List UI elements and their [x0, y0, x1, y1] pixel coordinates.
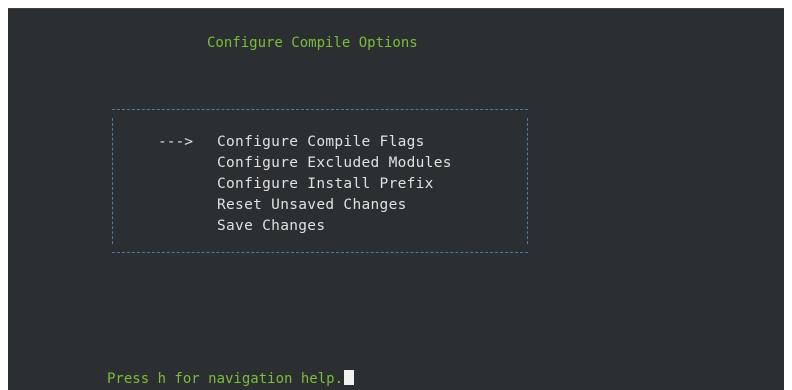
menu-item-configure-excluded-modules[interactable]: Configure Excluded Modules [158, 153, 451, 174]
screen-title: Configure Compile Options [207, 35, 418, 51]
terminal-top-edge [8, 8, 784, 9]
status-bar: Press h for navigation help. [107, 370, 355, 387]
menu-box-left-border [112, 118, 113, 244]
menu-item-save-changes[interactable]: Save Changes [158, 216, 325, 237]
menu-item-label: Configure Compile Flags [217, 134, 425, 150]
selection-arrow-icon: ---> [158, 134, 193, 150]
menu-list: ---> Configure Compile Flags Configure E… [158, 132, 451, 237]
terminal-window: Configure Compile Options ---> Configure… [8, 8, 784, 390]
menu-item-configure-install-prefix[interactable]: Configure Install Prefix [158, 174, 433, 195]
menu-box-right-border [527, 118, 528, 244]
status-message: Press h for navigation help. [107, 371, 344, 387]
menu-item-label: Configure Excluded Modules [217, 155, 452, 171]
menu-item-label: Reset Unsaved Changes [217, 197, 407, 213]
menu-item-configure-compile-flags[interactable]: ---> Configure Compile Flags [158, 132, 424, 153]
menu-item-reset-unsaved-changes[interactable]: Reset Unsaved Changes [158, 195, 406, 216]
text-cursor-icon[interactable] [344, 370, 355, 385]
menu-item-label: Save Changes [217, 218, 326, 234]
menu-item-label: Configure Install Prefix [217, 176, 434, 192]
